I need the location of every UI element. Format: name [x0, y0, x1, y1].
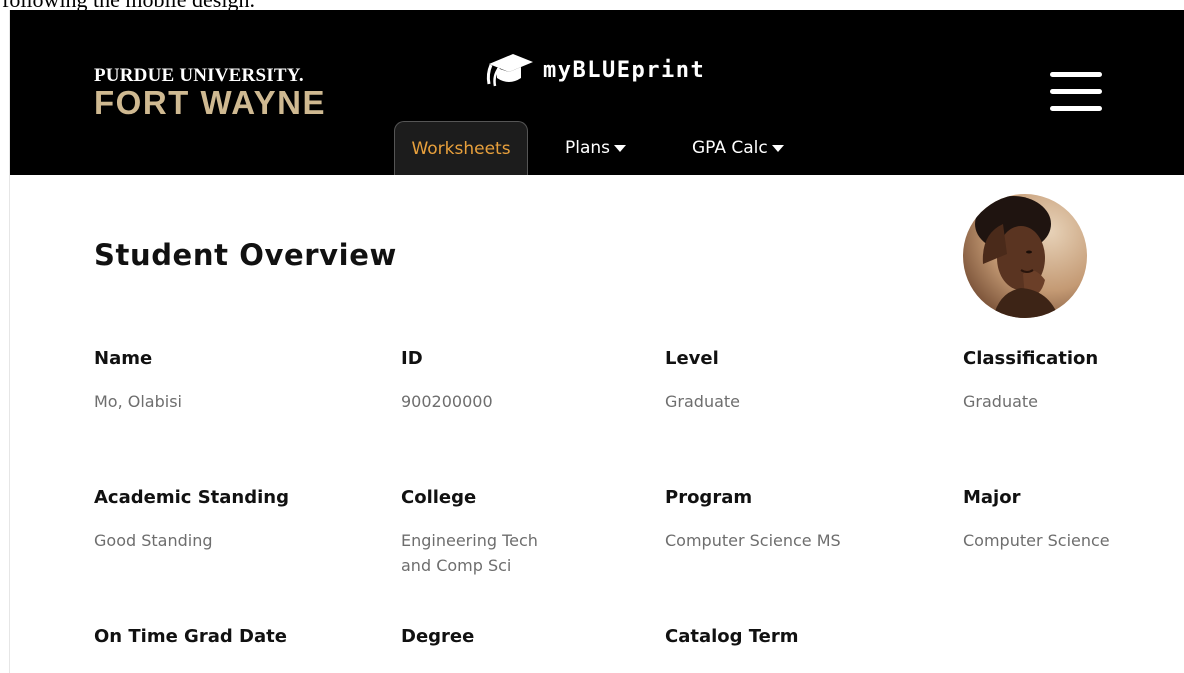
university-name-line2: FORT WAYNE [94, 84, 326, 121]
tab-plans-label: Plans [565, 138, 611, 158]
top-header: PURDUE UNIVERSITY. FORT WAYNE myBLUEprin… [10, 10, 1184, 175]
field-label-name: Name [94, 348, 153, 369]
field-label-major: Major [963, 487, 1021, 508]
field-label-academic-standing: Academic Standing [94, 487, 289, 508]
caret-down-icon [771, 144, 784, 152]
field-label-college: College [401, 487, 477, 508]
field-value-name: Mo, Olabisi [94, 392, 182, 411]
field-label-degree: Degree [401, 626, 475, 647]
field-label-on-time-grad-date: On Time Grad Date [94, 626, 287, 647]
field-value-id: 900200000 [401, 392, 493, 411]
app-brand[interactable]: myBLUEprint [483, 50, 705, 90]
tab-worksheets[interactable]: Worksheets [394, 121, 528, 175]
caption-strip: following the mobile design. [0, 0, 1184, 10]
caret-down-icon [614, 144, 627, 152]
field-value-academic-standing: Good Standing [94, 531, 213, 550]
tab-gpa-calc[interactable]: GPA Calc [692, 121, 784, 175]
field-label-catalog-term: Catalog Term [665, 626, 799, 647]
field-label-id: ID [401, 348, 423, 369]
graduation-cap-icon [483, 50, 535, 90]
app-name: myBLUEprint [543, 57, 706, 83]
field-label-level: Level [665, 348, 719, 369]
caption-text: following the mobile design. [2, 0, 255, 10]
tab-plans[interactable]: Plans [565, 121, 627, 175]
field-value-college: Engineering Tech and Comp Sci [401, 531, 538, 575]
page-title: Student Overview [94, 238, 397, 272]
field-label-program: Program [665, 487, 753, 508]
field-value-classification: Graduate [963, 392, 1038, 411]
field-label-classification: Classification [963, 348, 1099, 369]
field-value-level: Graduate [665, 392, 740, 411]
app-frame: PURDUE UNIVERSITY. FORT WAYNE myBLUEprin… [9, 10, 1184, 673]
student-avatar [963, 194, 1087, 318]
field-value-program: Computer Science MS [665, 531, 841, 550]
hamburger-menu-icon[interactable] [1050, 72, 1104, 112]
tab-gpa-calc-label: GPA Calc [692, 138, 768, 158]
field-value-major: Computer Science [963, 531, 1110, 550]
